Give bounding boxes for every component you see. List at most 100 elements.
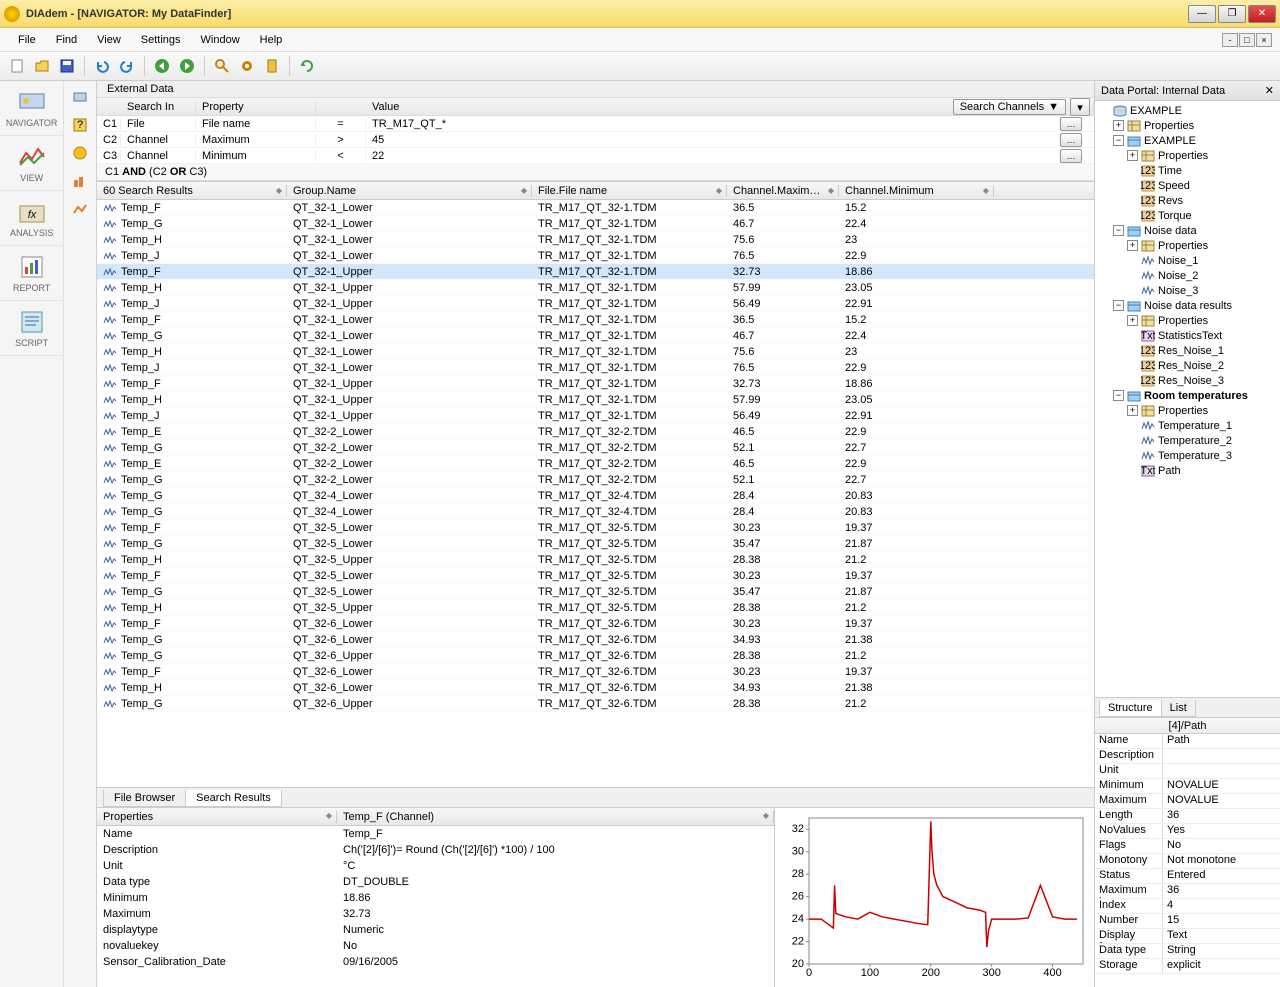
tree-expand-icon[interactable]: + bbox=[1127, 315, 1138, 326]
tree-expand-icon[interactable]: + bbox=[1127, 405, 1138, 416]
minimize-button[interactable]: — bbox=[1188, 5, 1216, 23]
tab-list[interactable]: List bbox=[1161, 700, 1196, 717]
menu-view[interactable]: View bbox=[87, 32, 131, 48]
col-max[interactable]: Channel.Maxim…◆ bbox=[727, 185, 839, 197]
tree-item[interactable]: +Properties bbox=[1097, 403, 1278, 418]
result-row[interactable]: Temp_GQT_32-6_LowerTR_M17_QT_32-6.TDM34.… bbox=[97, 632, 1094, 648]
browse-button[interactable]: … bbox=[1060, 117, 1082, 131]
sub-icon-5[interactable] bbox=[68, 197, 92, 221]
sub-icon-2[interactable]: ? bbox=[68, 113, 92, 137]
tree-item[interactable]: −Noise data results bbox=[1097, 298, 1278, 313]
tree-item[interactable]: +Properties bbox=[1097, 148, 1278, 163]
result-row[interactable]: Temp_FQT_32-1_LowerTR_M17_QT_32-1.TDM36.… bbox=[97, 312, 1094, 328]
result-row[interactable]: Temp_GQT_32-1_LowerTR_M17_QT_32-1.TDM46.… bbox=[97, 216, 1094, 232]
nav-report[interactable]: REPORT bbox=[0, 246, 63, 301]
tree-item[interactable]: +Properties bbox=[1097, 238, 1278, 253]
tree-item[interactable]: 123Res_Noise_2 bbox=[1097, 358, 1278, 373]
result-row[interactable]: Temp_GQT_32-2_LowerTR_M17_QT_32-2.TDM52.… bbox=[97, 440, 1094, 456]
result-row[interactable]: Temp_FQT_32-5_LowerTR_M17_QT_32-5.TDM30.… bbox=[97, 568, 1094, 584]
tree-item[interactable]: Noise_1 bbox=[1097, 253, 1278, 268]
menu-file[interactable]: File bbox=[8, 32, 46, 48]
tree-item[interactable]: 123Revs bbox=[1097, 193, 1278, 208]
tree-item[interactable]: −EXAMPLE bbox=[1097, 133, 1278, 148]
result-row[interactable]: Temp_GQT_32-5_LowerTR_M17_QT_32-5.TDM35.… bbox=[97, 536, 1094, 552]
tab-search-results[interactable]: Search Results bbox=[185, 790, 282, 807]
close-button[interactable]: ✕ bbox=[1248, 5, 1276, 23]
result-row[interactable]: Temp_GQT_32-4_LowerTR_M17_QT_32-4.TDM28.… bbox=[97, 504, 1094, 520]
tree-expand-icon[interactable]: + bbox=[1127, 240, 1138, 251]
result-row[interactable]: Temp_FQT_32-1_UpperTR_M17_QT_32-1.TDM32.… bbox=[97, 376, 1094, 392]
tree-item[interactable]: Noise_3 bbox=[1097, 283, 1278, 298]
tree-item[interactable]: 123Speed bbox=[1097, 178, 1278, 193]
result-row[interactable]: Temp_FQT_32-1_UpperTR_M17_QT_32-1.TDM32.… bbox=[97, 264, 1094, 280]
browse-button[interactable]: … bbox=[1060, 133, 1082, 147]
result-row[interactable]: Temp_HQT_32-5_UpperTR_M17_QT_32-5.TDM28.… bbox=[97, 600, 1094, 616]
tree-item[interactable]: 123Time bbox=[1097, 163, 1278, 178]
result-row[interactable]: Temp_HQT_32-1_UpperTR_M17_QT_32-1.TDM57.… bbox=[97, 392, 1094, 408]
portal-tree[interactable]: EXAMPLE+Properties−EXAMPLE+Properties123… bbox=[1095, 101, 1280, 697]
menu-window[interactable]: Window bbox=[191, 32, 250, 48]
result-row[interactable]: Temp_GQT_32-4_LowerTR_M17_QT_32-4.TDM28.… bbox=[97, 488, 1094, 504]
tree-item[interactable]: Noise_2 bbox=[1097, 268, 1278, 283]
search-condition-row[interactable]: C1FileFile name=TR_M17_QT_*… bbox=[97, 116, 1094, 132]
tree-item[interactable]: Temperature_2 bbox=[1097, 433, 1278, 448]
tree-item[interactable]: TxtPath bbox=[1097, 463, 1278, 478]
portal-close-icon[interactable]: ✕ bbox=[1265, 84, 1274, 97]
result-row[interactable]: Temp_FQT_32-6_LowerTR_M17_QT_32-6.TDM30.… bbox=[97, 616, 1094, 632]
maximize-button[interactable]: ❐ bbox=[1218, 5, 1246, 23]
tab-structure[interactable]: Structure bbox=[1099, 700, 1162, 717]
tree-expand-icon[interactable]: + bbox=[1127, 150, 1138, 161]
result-row[interactable]: Temp_GQT_32-6_UpperTR_M17_QT_32-6.TDM28.… bbox=[97, 696, 1094, 712]
result-row[interactable]: Temp_GQT_32-1_LowerTR_M17_QT_32-1.TDM46.… bbox=[97, 328, 1094, 344]
refresh-icon[interactable] bbox=[296, 55, 318, 77]
tree-item[interactable]: 123Res_Noise_3 bbox=[1097, 373, 1278, 388]
tree-item[interactable]: +Properties bbox=[1097, 118, 1278, 133]
result-row[interactable]: Temp_EQT_32-2_LowerTR_M17_QT_32-2.TDM46.… bbox=[97, 456, 1094, 472]
redo-icon[interactable] bbox=[116, 55, 138, 77]
col-min[interactable]: Channel.Minimum◆ bbox=[839, 185, 994, 197]
menu-help[interactable]: Help bbox=[250, 32, 293, 48]
nav-analysis[interactable]: fxANALYSIS bbox=[0, 191, 63, 246]
result-row[interactable]: Temp_JQT_32-1_UpperTR_M17_QT_32-1.TDM56.… bbox=[97, 408, 1094, 424]
tree-expand-icon[interactable]: + bbox=[1113, 120, 1124, 131]
tree-item[interactable]: −Room temperatures bbox=[1097, 388, 1278, 403]
browse-button[interactable]: … bbox=[1060, 149, 1082, 163]
results-count[interactable]: 60 Search Results◆ bbox=[97, 185, 287, 197]
tree-expand-icon[interactable]: − bbox=[1113, 300, 1124, 311]
result-row[interactable]: Temp_GQT_32-2_LowerTR_M17_QT_32-2.TDM52.… bbox=[97, 472, 1094, 488]
result-row[interactable]: Temp_HQT_32-1_LowerTR_M17_QT_32-1.TDM75.… bbox=[97, 232, 1094, 248]
undo-icon[interactable] bbox=[91, 55, 113, 77]
tree-expand-icon[interactable]: − bbox=[1113, 135, 1124, 146]
tree-item[interactable]: TxtStatisticsText bbox=[1097, 328, 1278, 343]
result-row[interactable]: Temp_GQT_32-6_UpperTR_M17_QT_32-6.TDM28.… bbox=[97, 648, 1094, 664]
tree-item[interactable]: EXAMPLE bbox=[1097, 103, 1278, 118]
mdi-minimize[interactable]: - bbox=[1222, 33, 1238, 47]
open-icon[interactable] bbox=[31, 55, 53, 77]
result-row[interactable]: Temp_HQT_32-6_LowerTR_M17_QT_32-6.TDM34.… bbox=[97, 680, 1094, 696]
col-group[interactable]: Group.Name◆ bbox=[287, 185, 532, 197]
new-icon[interactable] bbox=[6, 55, 28, 77]
search-channels-dropdown[interactable]: Search Channels▼ bbox=[953, 99, 1066, 115]
forward-icon[interactable] bbox=[176, 55, 198, 77]
result-row[interactable]: Temp_EQT_32-2_LowerTR_M17_QT_32-2.TDM46.… bbox=[97, 424, 1094, 440]
tool-icon[interactable] bbox=[261, 55, 283, 77]
result-row[interactable]: Temp_GQT_32-5_LowerTR_M17_QT_32-5.TDM35.… bbox=[97, 584, 1094, 600]
back-icon[interactable] bbox=[151, 55, 173, 77]
result-row[interactable]: Temp_HQT_32-1_UpperTR_M17_QT_32-1.TDM57.… bbox=[97, 280, 1094, 296]
save-icon[interactable] bbox=[56, 55, 78, 77]
nav-view[interactable]: VIEW bbox=[0, 136, 63, 191]
menu-settings[interactable]: Settings bbox=[131, 32, 191, 48]
menu-find[interactable]: Find bbox=[46, 32, 87, 48]
result-row[interactable]: Temp_HQT_32-5_UpperTR_M17_QT_32-5.TDM28.… bbox=[97, 552, 1094, 568]
sub-icon-1[interactable] bbox=[68, 85, 92, 109]
settings-icon[interactable] bbox=[236, 55, 258, 77]
tree-item[interactable]: Temperature_3 bbox=[1097, 448, 1278, 463]
tree-expand-icon[interactable]: − bbox=[1113, 225, 1124, 236]
mdi-restore[interactable]: □ bbox=[1239, 33, 1255, 47]
tree-item[interactable]: +Properties bbox=[1097, 313, 1278, 328]
result-row[interactable]: Temp_JQT_32-1_LowerTR_M17_QT_32-1.TDM76.… bbox=[97, 248, 1094, 264]
col-file[interactable]: File.File name◆ bbox=[532, 185, 727, 197]
result-row[interactable]: Temp_JQT_32-1_UpperTR_M17_QT_32-1.TDM56.… bbox=[97, 296, 1094, 312]
result-row[interactable]: Temp_FQT_32-6_LowerTR_M17_QT_32-6.TDM30.… bbox=[97, 664, 1094, 680]
tree-item[interactable]: 123Torque bbox=[1097, 208, 1278, 223]
